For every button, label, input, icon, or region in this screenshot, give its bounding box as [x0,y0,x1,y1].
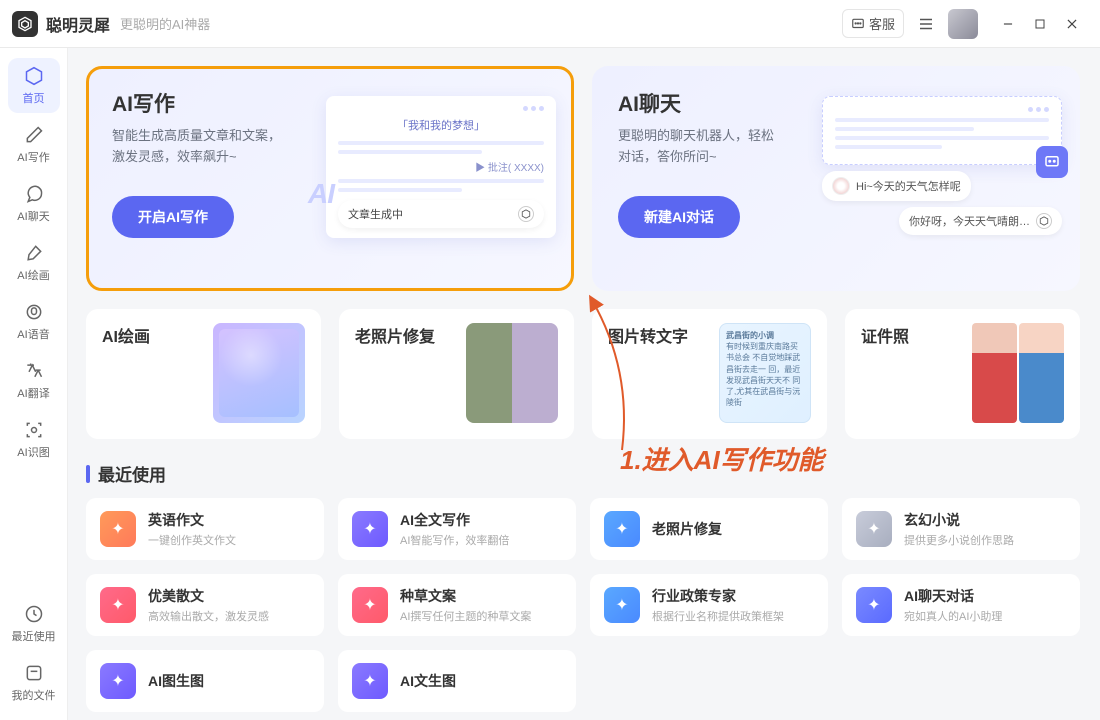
recent-item-title: 种草文案 [400,586,531,606]
brush-icon [23,242,45,264]
customer-service-label: 客服 [869,14,895,33]
recent-item[interactable]: ✦ 种草文案 AI撰写任何主题的种草文案 [338,574,576,636]
hero-chat-preview: Hi~今天的天气怎样呢 你好呀，今天天气晴朗… [822,96,1062,235]
start-ai-write-button[interactable]: 开启AI写作 [112,196,234,238]
recent-item-title: 行业政策专家 [652,586,784,606]
recent-item-icon: ✦ [100,663,136,699]
new-ai-chat-button[interactable]: 新建AI对话 [618,196,740,238]
idphoto-thumb [972,323,1064,423]
app-logo-icon [12,11,38,37]
photo-thumb [466,323,558,423]
feature-card-idphoto[interactable]: 证件照 [845,309,1080,439]
history-icon [23,603,45,625]
menu-icon [917,15,935,33]
chat-icon [23,183,45,205]
hero-write-desc: 智能生成高质量文章和文案，激发灵感，效率飙升~ [112,126,322,168]
window-minimize-button[interactable] [992,8,1024,40]
sidebar-item-voice[interactable]: AI语音 [8,294,60,349]
titlebar: 聪明灵犀 更聪明的AI神器 客服 [0,0,1100,48]
ocr-thumb: 武昌街的小调有时候到重庆南路买书总会 不自觉地踩武昌街去走一 回，最近发现武昌街… [719,323,811,423]
recent-item-sub: AI撰写任何主题的种草文案 [400,608,531,624]
close-icon [1065,17,1079,31]
recent-grid: ✦ 英语作文 一键创作英文作文✦ AI全文写作 AI智能写作，效率翻倍✦ 老照片… [86,498,1080,712]
maximize-icon [1034,18,1046,30]
recent-item-sub: 提供更多小说创作思路 [904,532,1014,548]
recent-item[interactable]: ✦ AI全文写作 AI智能写作，效率翻倍 [338,498,576,560]
sidebar-item-home[interactable]: 首页 [8,58,60,113]
chat-bubble-icon [851,17,865,31]
voice-icon [23,301,45,323]
feature-card-ocr[interactable]: 图片转文字 武昌街的小调有时候到重庆南路买书总会 不自觉地踩武昌街去走一 回，最… [592,309,827,439]
recent-item-icon: ✦ [856,511,892,547]
paint-thumb [213,323,305,423]
translate-icon [23,360,45,382]
sidebar-item-recent[interactable]: 最近使用 [8,596,60,651]
recent-item[interactable]: ✦ AI聊天对话 宛如真人的AI小助理 [842,574,1080,636]
recent-item[interactable]: ✦ AI文生图 [338,650,576,712]
recent-item-sub: 根据行业名称提供政策框架 [652,608,784,624]
recent-item[interactable]: ✦ 行业政策专家 根据行业名称提供政策框架 [590,574,828,636]
recent-item-sub: 一键创作英文作文 [148,532,236,548]
recent-item-icon: ✦ [856,587,892,623]
recent-item-sub: 宛如真人的AI小助理 [904,608,1002,624]
hero-card-ai-chat[interactable]: AI聊天 更聪明的聊天机器人，轻松对话，答你所问~ 新建AI对话 Hi~今天的天… [592,66,1080,291]
recent-section-title: 最近使用 [86,461,1080,486]
recent-item-icon: ✦ [352,511,388,547]
sidebar-item-files[interactable]: 我的文件 [8,655,60,710]
minimize-icon [1001,17,1015,31]
brand-name: 聪明灵犀 [46,12,110,36]
recent-item-title: AI全文写作 [400,510,509,530]
chat-bot-icon [1036,146,1068,178]
scan-icon [23,419,45,441]
customer-service-button[interactable]: 客服 [842,9,904,38]
feature-card-paint[interactable]: AI绘画 [86,309,321,439]
brand-slogan: 更聪明的AI神器 [120,14,210,33]
sidebar-item-translate[interactable]: AI翻译 [8,353,60,408]
recent-item-title: 玄幻小说 [904,510,1014,530]
recent-item-title: 优美散文 [148,586,269,606]
recent-item-title: AI图生图 [148,671,204,691]
hero-write-preview: 「我和我的梦想」 ▶ 批注( XXXX) 文章生成中 AI [326,96,556,238]
main-content: AI写作 智能生成高质量文章和文案，激发灵感，效率飙升~ 开启AI写作 「我和我… [68,48,1100,720]
home-icon [23,65,45,87]
window-close-button[interactable] [1056,8,1088,40]
recent-item-icon: ✦ [604,511,640,547]
hero-chat-desc: 更聪明的聊天机器人，轻松对话，答你所问~ [618,126,828,168]
recent-item-icon: ✦ [604,587,640,623]
recent-item-title: AI聊天对话 [904,586,1002,606]
recent-item-title: AI文生图 [400,671,456,691]
sidebar-item-paint[interactable]: AI绘画 [8,235,60,290]
recent-item-sub: 高效输出散文，激发灵感 [148,608,269,624]
recent-item-icon: ✦ [352,663,388,699]
window-maximize-button[interactable] [1024,8,1056,40]
recent-item-title: 英语作文 [148,510,236,530]
recent-item-icon: ✦ [100,587,136,623]
hamburger-menu-button[interactable] [912,10,940,38]
recent-item[interactable]: ✦ 玄幻小说 提供更多小说创作思路 [842,498,1080,560]
recent-item-title: 老照片修复 [652,519,722,539]
hero-card-ai-write[interactable]: AI写作 智能生成高质量文章和文案，激发灵感，效率飙升~ 开启AI写作 「我和我… [86,66,574,291]
recent-item-sub: AI智能写作，效率翻倍 [400,532,509,548]
recent-item[interactable]: ✦ 英语作文 一键创作英文作文 [86,498,324,560]
pen-icon [23,124,45,146]
folder-icon [23,662,45,684]
recent-item-icon: ✦ [352,587,388,623]
sidebar-item-write[interactable]: AI写作 [8,117,60,172]
sidebar: 首页 AI写作 AI聊天 AI绘画 AI语音 AI翻译 AI识图 最 [0,48,68,720]
user-avatar[interactable] [948,9,978,39]
recent-item[interactable]: ✦ 优美散文 高效输出散文，激发灵感 [86,574,324,636]
feature-card-restore[interactable]: 老照片修复 [339,309,574,439]
sidebar-item-chat[interactable]: AI聊天 [8,176,60,231]
recent-item-icon: ✦ [100,511,136,547]
recent-item[interactable]: ✦ 老照片修复 [590,498,828,560]
recent-item[interactable]: ✦ AI图生图 [86,650,324,712]
sidebar-item-scan[interactable]: AI识图 [8,412,60,467]
